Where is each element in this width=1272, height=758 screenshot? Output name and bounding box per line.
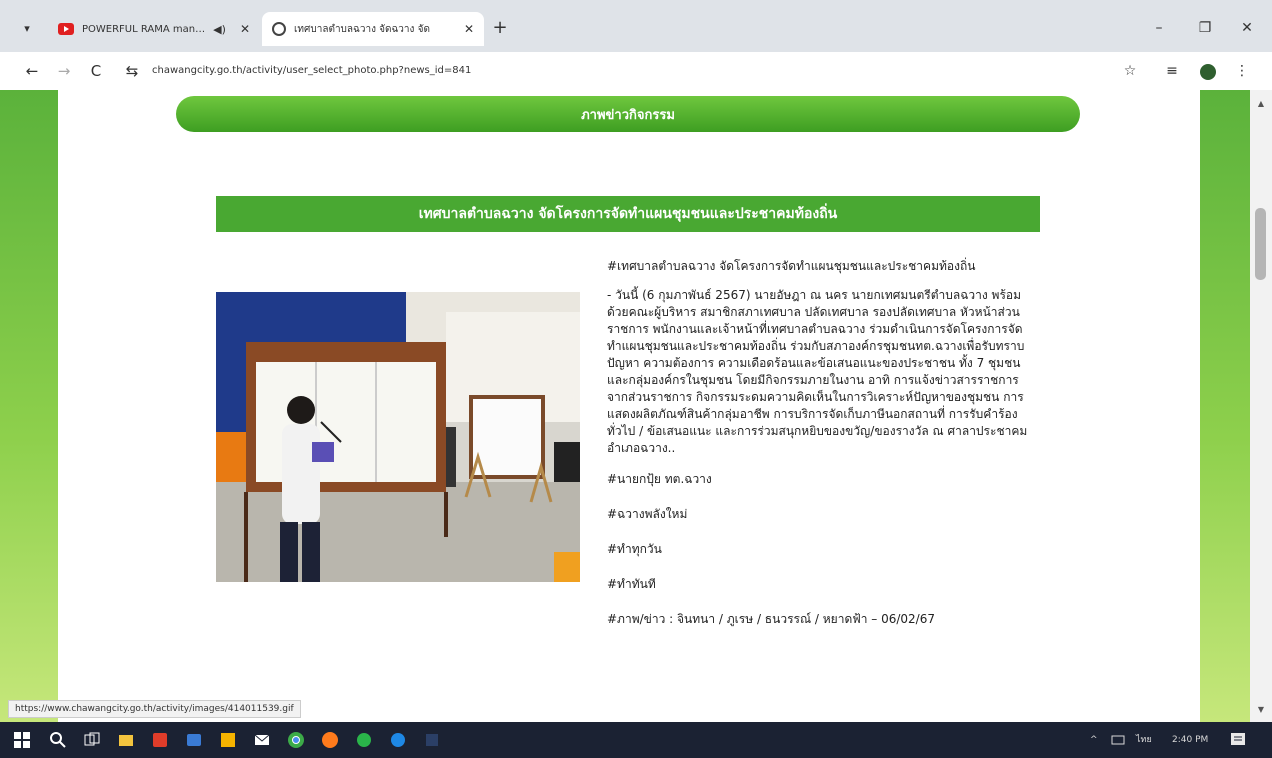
page-scrollbar[interactable]: ▲ ▼ bbox=[1250, 90, 1272, 722]
windows-start-icon[interactable] bbox=[12, 730, 32, 750]
file-explorer-icon[interactable] bbox=[116, 730, 136, 750]
tab-title: POWERFUL RAMA mante bbox=[82, 23, 206, 35]
mail-icon[interactable] bbox=[252, 730, 272, 750]
article-tag: #ทำทุกวัน bbox=[607, 542, 662, 556]
store-icon[interactable] bbox=[184, 730, 204, 750]
globe-favicon-icon bbox=[272, 22, 286, 36]
profile-avatar[interactable] bbox=[1200, 64, 1216, 80]
activity-photo[interactable] bbox=[216, 292, 580, 582]
activity-photo-illustration bbox=[216, 292, 580, 582]
news-article: #เทศบาลตำบลฉวาง จัดโครงการจัดทำแผนชุมชนแ… bbox=[607, 258, 1037, 646]
bookmark-star-icon[interactable]: ☆ bbox=[1118, 59, 1142, 83]
article-credit: #ภาพ/ข่าว : จินทนา / ภูเรษ / ธนวรรณ์ / ห… bbox=[607, 612, 935, 626]
line-app-icon[interactable] bbox=[354, 730, 374, 750]
scroll-up-arrow-icon[interactable]: ▲ bbox=[1255, 98, 1267, 110]
section-banner: ภาพข่าวกิจกรรม bbox=[176, 96, 1080, 132]
page-viewport: ภาพข่าวกิจกรรม เทศบาลตำบลฉวาง จัดโครงการ… bbox=[0, 90, 1250, 722]
article-tag: #ทำทันที bbox=[607, 577, 656, 591]
extensions-icon[interactable]: ≡ bbox=[1160, 59, 1184, 83]
app-icon[interactable] bbox=[218, 730, 238, 750]
right-green-sidebar bbox=[1200, 90, 1250, 722]
input-language[interactable]: ไทย bbox=[1136, 732, 1152, 748]
notifications-icon[interactable] bbox=[1228, 730, 1248, 750]
news-title-bar: เทศบาลตำบลฉวาง จัดโครงการจัดทำแผนชุมชนแล… bbox=[216, 196, 1040, 232]
article-tag: #ฉวางพลังใหม่ bbox=[607, 507, 688, 521]
forward-button[interactable]: → bbox=[52, 59, 76, 83]
browser-tab-strip: ▾ POWERFUL RAMA mante ◀) ✕ เทศบาลตำบลฉวา… bbox=[0, 0, 1272, 52]
minimize-button[interactable]: – bbox=[1144, 16, 1174, 40]
browser-toolbar: ← → C ⇆ chawangcity.go.th/activity/user_… bbox=[0, 52, 1272, 90]
back-button[interactable]: ← bbox=[20, 59, 44, 83]
tray-overflow-icon[interactable]: ^ bbox=[1090, 732, 1098, 748]
app-icon[interactable] bbox=[422, 730, 442, 750]
article-body: - วันนี้ (6 กุมภาพันธ์ 2567) นายอัษฎา ณ … bbox=[607, 288, 1028, 455]
windows-taskbar: ^ ไทย 2:40 PM bbox=[0, 722, 1272, 758]
browser-tab-active[interactable]: เทศบาลตำบลฉวาง จัดฉวาง จัด ✕ bbox=[262, 12, 484, 46]
speaker-icon[interactable]: ◀) bbox=[213, 23, 226, 36]
article-tag: #นายกปุ้ย ทต.ฉวาง bbox=[607, 472, 712, 486]
scroll-down-arrow-icon[interactable]: ▼ bbox=[1255, 704, 1267, 716]
firefox-icon[interactable] bbox=[320, 730, 340, 750]
close-tab-icon[interactable]: ✕ bbox=[240, 22, 250, 36]
network-icon[interactable] bbox=[1110, 732, 1126, 748]
left-green-sidebar bbox=[0, 90, 58, 722]
browser-tab-youtube[interactable]: POWERFUL RAMA mante ◀) ✕ bbox=[48, 12, 260, 46]
scroll-thumb[interactable] bbox=[1255, 208, 1266, 280]
close-window-button[interactable]: ✕ bbox=[1232, 16, 1262, 40]
reload-button[interactable]: C bbox=[84, 59, 108, 83]
youtube-favicon-icon bbox=[58, 23, 74, 35]
chrome-icon[interactable] bbox=[286, 730, 306, 750]
tab-title: เทศบาลตำบลฉวาง จัดฉวาง จัด bbox=[294, 23, 430, 35]
restore-button[interactable]: ❐ bbox=[1190, 16, 1220, 40]
search-icon[interactable] bbox=[48, 730, 68, 750]
clock[interactable]: 2:40 PM bbox=[1172, 732, 1208, 748]
close-tab-icon[interactable]: ✕ bbox=[464, 22, 474, 36]
task-view-icon[interactable] bbox=[82, 730, 102, 750]
new-tab-button[interactable]: + bbox=[488, 16, 512, 40]
tab-search-icon[interactable]: ▾ bbox=[14, 18, 40, 40]
link-status-bubble: https://www.chawangcity.go.th/activity/i… bbox=[8, 700, 301, 718]
article-headline: #เทศบาลตำบลฉวาง จัดโครงการจัดทำแผนชุมชนแ… bbox=[607, 259, 976, 273]
office-app-icon[interactable] bbox=[150, 730, 170, 750]
more-menu-icon[interactable]: ⋮ bbox=[1230, 59, 1254, 83]
address-bar[interactable]: chawangcity.go.th/activity/user_select_p… bbox=[152, 59, 1142, 83]
edge-icon[interactable] bbox=[388, 730, 408, 750]
site-info-icon[interactable]: ⇆ bbox=[120, 59, 144, 83]
